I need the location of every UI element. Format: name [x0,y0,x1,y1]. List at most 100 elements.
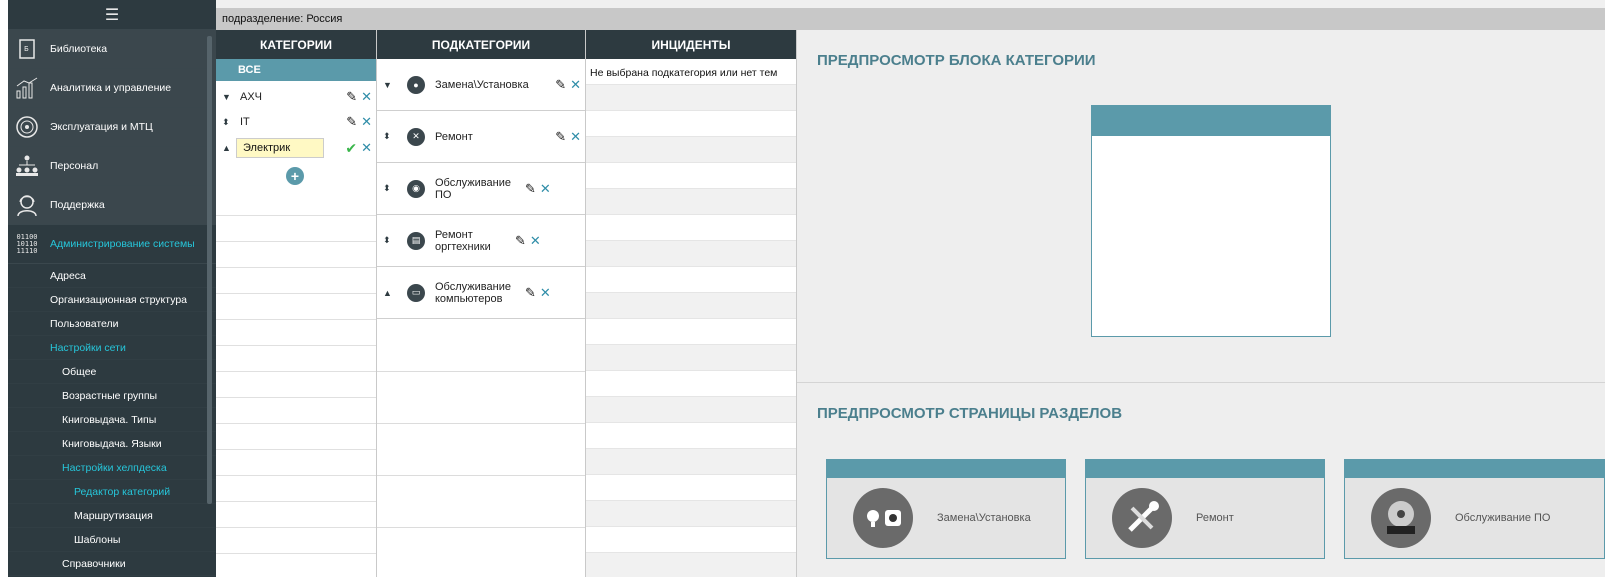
incidents-header: ИНЦИДЕНТЫ [586,30,796,59]
sidebar-sub-org-structure[interactable]: Организационная структура [8,288,216,312]
subcategory-row[interactable]: ▼ ● Замена\Установка ✎ ✕ [377,59,585,111]
tools-icon [1112,488,1172,548]
sidebar-sub-network-settings[interactable]: Настройки сети [8,336,216,360]
sidebar-item-label: Администрирование системы [50,238,195,250]
category-all[interactable]: ВСЕ [216,59,376,81]
subcategory-row[interactable]: ▲ ▭ Обслуживание компьютеров ✎ ✕ [377,267,585,319]
sidebar-item-personnel[interactable]: Персонал [8,147,216,186]
category-block-preview [1091,105,1331,337]
incidents-empty-message: Не выбрана подкатегория или нет тем [590,67,778,79]
category-name: АХЧ [240,91,263,103]
incidents-stripes [586,59,796,577]
subcategory-name: Замена\Установка [435,78,529,91]
gauge-icon [14,114,40,140]
sidebar-sub-references[interactable]: Справочники [8,552,216,576]
sidebar-item-support[interactable]: Поддержка [8,186,216,225]
category-name: IT [240,116,250,128]
sidebar-sub-addresses[interactable]: Адреса [8,264,216,288]
delete-icon[interactable]: ✕ [530,233,541,249]
sort-arrows-icon[interactable]: ⬍ [222,117,236,128]
delete-icon[interactable]: ✕ [540,181,551,197]
subcategory-name: Ремонт [435,130,473,143]
sidebar-sub-templates[interactable]: Шаблоны [8,528,216,552]
section-tile[interactable]: Замена\Установка [826,459,1066,559]
sidebar-sub-users[interactable]: Пользователи [8,312,216,336]
sidebar-item-admin[interactable]: 01100 10110 11110 Администрирование сист… [8,225,216,264]
edit-icon[interactable]: ✎ [555,129,566,145]
sidebar-sub-routing[interactable]: Маршрутизация [8,504,216,528]
delete-icon[interactable]: ✕ [361,114,372,130]
computer-icon: ▭ [407,283,425,302]
sort-arrows-icon[interactable]: ⬍ [383,183,397,194]
edit-icon[interactable]: ✎ [555,77,566,93]
menu-icon[interactable]: ☰ [105,5,119,25]
incidents-column: ИНЦИДЕНТЫ Не выбрана подкатегория или не… [586,30,797,577]
sidebar-item-analytics[interactable]: Аналитика и управление [8,69,216,108]
collapse-arrow-icon[interactable]: ▼ [383,80,397,90]
delete-icon[interactable]: ✕ [570,77,581,93]
category-block-header [1092,106,1330,136]
sidebar-item-library[interactable]: Б Библиотека [8,30,216,69]
subcategory-row[interactable]: ⬍ ◉ Обслуживание ПО ✎ ✕ [377,163,585,215]
subcategories-column: ПОДКАТЕГОРИИ ▼ ● Замена\Установка ✎ ✕ ⬍ ✕… [377,30,586,577]
sidebar-sub-general[interactable]: Общее [8,360,216,384]
categories-empty-rows [216,190,376,577]
category-name-input[interactable] [236,138,324,158]
sidebar: ☰ Б Библиотека Аналитика и управление Эк… [8,0,216,577]
sidebar-item-label: Аналитика и управление [50,82,172,94]
subcategory-name: Обслуживание компьютеров [435,280,511,305]
sidebar-sub-age-groups[interactable]: Возрастные группы [8,384,216,408]
sidebar-item-label: Библиотека [50,43,108,55]
expand-arrow-icon[interactable]: ▲ [383,288,397,298]
subcategory-name: Обслуживание ПО [435,176,511,201]
sidebar-sub-book-types[interactable]: Книговыдача. Типы [8,408,216,432]
categories-column: КАТЕГОРИИ ВСЕ ▼ АХЧ ✎ ✕ ⬍ IT ✎ ✕ ▲ ✔ ✕ [216,30,377,577]
replace-icon: ● [407,75,425,94]
tile-label: Ремонт [1196,512,1234,524]
preview-divider [797,382,1605,383]
subcategory-row[interactable]: ⬍ ▤ Ремонт оргтехники ✎ ✕ [377,215,585,267]
collapse-arrow-icon[interactable]: ▼ [222,92,236,102]
sidebar-sub-category-editor[interactable]: Редактор категорий [8,480,216,504]
repair-icon: ✕ [407,127,425,146]
block-preview-title: ПРЕДПРОСМОТР БЛОКА КАТЕГОРИИ [817,52,1096,69]
cancel-icon[interactable]: ✕ [361,140,372,156]
expand-arrow-icon[interactable]: ▲ [222,143,236,153]
category-row[interactable]: ▼ АХЧ ✎ ✕ [216,85,376,109]
menu-toggle[interactable]: ☰ [8,0,216,30]
confirm-icon[interactable]: ✔ [345,140,357,157]
left-edge [0,0,8,577]
sidebar-sub-helpdesk-settings[interactable]: Настройки хелпдеска [8,456,216,480]
sort-arrows-icon[interactable]: ⬍ [383,235,397,246]
software-disc-icon: ◉ [407,179,425,198]
preview-panel: ПРЕДПРОСМОТР БЛОКА КАТЕГОРИИ ПРЕДПРОСМОТ… [797,30,1605,577]
edit-icon[interactable]: ✎ [515,233,526,249]
edit-icon[interactable]: ✎ [346,89,357,105]
categories-header: КАТЕГОРИИ [216,30,376,59]
category-row[interactable]: ⬍ IT ✎ ✕ [216,110,376,134]
delete-icon[interactable]: ✕ [361,89,372,105]
support-agent-icon [14,192,40,218]
chart-icon [14,75,40,101]
edit-icon[interactable]: ✎ [525,285,536,301]
sidebar-sub-book-languages[interactable]: Книговыдача. Языки [8,432,216,456]
bulb-socket-icon [853,488,913,548]
section-tile[interactable]: Обслуживание ПО [1344,459,1605,559]
printer-icon: ▤ [407,231,425,250]
svg-text:Б: Б [24,45,29,53]
add-category-button[interactable]: + [286,167,304,185]
delete-icon[interactable]: ✕ [570,129,581,145]
delete-icon[interactable]: ✕ [540,285,551,301]
subcategory-row[interactable]: ⬍ ✕ Ремонт ✎ ✕ [377,111,585,163]
book-icon: Б [14,36,40,62]
edit-icon[interactable]: ✎ [346,114,357,130]
sort-arrows-icon[interactable]: ⬍ [383,131,397,142]
category-row-editing[interactable]: ▲ ✔ ✕ [216,136,376,160]
edit-icon[interactable]: ✎ [525,181,536,197]
tile-label: Обслуживание ПО [1455,512,1551,524]
section-tile[interactable]: Ремонт [1085,459,1325,559]
sidebar-item-operations[interactable]: Эксплуатация и МТЦ [8,108,216,147]
sidebar-scrollbar[interactable] [207,36,212,504]
page-preview-title: ПРЕДПРОСМОТР СТРАНИЦЫ РАЗДЕЛОВ [817,405,1123,422]
subcategories-empty-rows [377,320,585,577]
